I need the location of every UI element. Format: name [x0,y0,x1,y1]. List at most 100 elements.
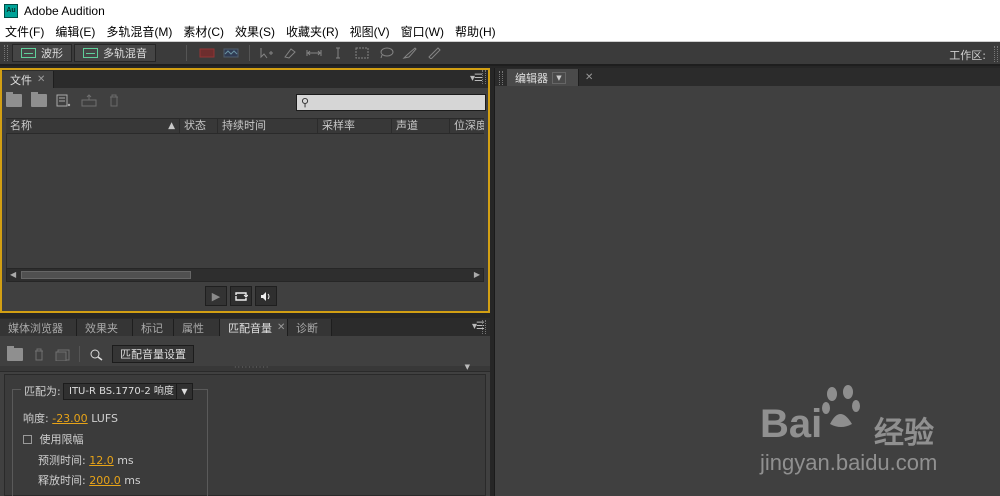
menu-view[interactable]: 视图(V) [345,23,396,40]
column-name[interactable]: 名称 ▲ [6,119,180,133]
tab-editor[interactable]: 编辑器 ▼ [507,69,579,86]
waveform-view-button[interactable]: 波形 [12,44,72,62]
panel-menu-icon[interactable]: ▾☰ [470,73,483,84]
clear-all-icon[interactable] [55,348,71,361]
watermark-url: jingyan.baidu.com [760,450,938,475]
search-icon: ⚲ [301,96,310,109]
panel-grip-icon[interactable] [482,320,486,334]
waveform-view-label: 波形 [41,47,63,60]
slip-tool-icon[interactable] [306,47,322,59]
autoplay-button[interactable] [255,286,277,306]
multitrack-view-button[interactable]: 多轨混音 [74,44,156,62]
tab-match-volume[interactable]: 匹配音量 ✕ [220,319,288,336]
menu-window[interactable]: 窗口(W) [396,23,450,40]
tab-markers[interactable]: 标记 [133,319,174,336]
spot-healing-tool-icon[interactable] [426,47,442,59]
chevron-down-icon[interactable]: ▼ [176,384,192,399]
limiter-label: 使用限幅 [39,433,84,446]
tab-properties[interactable]: 属性 [174,319,220,336]
loop-icon [235,291,248,301]
match-to-select[interactable]: ITU-R BS.1770-2 响度 ▼ [63,383,193,400]
editor-tabstrip: 编辑器 ▼ ✕ [495,68,1000,86]
scrollbar-thumb[interactable] [21,271,191,279]
menu-edit[interactable]: 编辑(E) [50,23,101,40]
time-selection-tool-icon[interactable] [330,47,346,59]
close-icon[interactable]: ✕ [585,72,593,83]
scroll-left-icon[interactable]: ◀ [10,270,16,279]
multitrack-view-label: 多轨混音 [103,47,147,60]
files-tabstrip: 文件 ✕ ▾☰ [2,70,488,88]
release-row: 释放时间: 200.0 ms [38,472,141,488]
search-input[interactable]: ⚲ [296,94,486,111]
close-icon[interactable]: ✕ [277,322,285,333]
lookahead-value[interactable]: 12.0 [89,454,114,467]
loudness-label: 响度: [23,412,49,425]
menu-file[interactable]: 文件(F) [0,23,50,40]
toolbar-grip-icon[interactable] [4,45,8,61]
collapse-arrow-icon[interactable]: ▼ [465,363,470,371]
toolbar-divider [249,45,250,61]
tab-editor-label: 编辑器 [515,71,548,85]
menu-effects[interactable]: 效果(S) [230,23,281,40]
brush-tool-icon[interactable] [402,47,418,59]
menu-multitrack[interactable]: 多轨混音(M) [101,23,178,40]
menu-help[interactable]: 帮助(H) [450,23,502,40]
new-file-icon[interactable] [56,94,72,107]
tab-diagnostics[interactable]: 诊断 [288,319,332,336]
import-file-icon[interactable] [31,92,47,107]
file-list[interactable] [6,134,484,268]
files-panel: 文件 ✕ ▾☰ ⚲ 名称 ▲ 状态 持续时间 采样率 声道 位深度 ◀ ▶ ▶ [0,68,490,313]
delete-icon[interactable] [31,348,47,361]
close-icon[interactable]: ✕ [37,74,45,85]
scroll-right-icon[interactable]: ▶ [474,270,480,279]
spectral-frequency-icon[interactable] [199,47,215,59]
files-column-header: 名称 ▲ 状态 持续时间 采样率 声道 位深度 [6,118,484,134]
loudness-value[interactable]: -23.00 [52,412,87,425]
chevron-down-icon[interactable]: ▼ [552,71,566,84]
window-title: Adobe Audition [24,4,105,18]
match-to-group: 匹配为: ITU-R BS.1770-2 响度 ▼ 响度: -23.00 LUF… [12,383,208,496]
lasso-tool-icon[interactable] [378,47,394,59]
limiter-checkbox[interactable] [23,435,32,444]
limiter-row: 使用限幅 [23,431,84,447]
column-status[interactable]: 状态 [180,119,218,133]
release-label: 释放时间: [38,474,86,487]
column-bit-depth[interactable]: 位深度 [450,119,484,133]
move-tool-icon[interactable] [258,47,274,59]
panel-grip-icon[interactable] [499,71,503,85]
release-value[interactable]: 200.0 [89,474,121,487]
tab-effects-rack[interactable]: 效果夹 [77,319,133,336]
loop-button[interactable] [230,286,252,306]
tab-media-browser[interactable]: 媒体浏览器 [0,319,77,336]
insert-into-multitrack-icon[interactable] [81,94,97,107]
tab-files[interactable]: 文件 ✕ [2,71,55,88]
column-duration[interactable]: 持续时间 [218,119,318,133]
column-sample-rate[interactable]: 采样率 [318,119,392,133]
divider-grip-icon[interactable]: ·········· [234,363,269,372]
open-file-icon[interactable] [7,345,23,361]
audition-logo-icon: Au [4,4,18,18]
razor-tool-icon[interactable] [282,47,298,59]
menu-clip[interactable]: 素材(C) [178,23,230,40]
lookahead-label: 预测时间: [38,454,86,467]
sort-ascending-icon: ▲ [168,121,175,131]
menu-favorites[interactable]: 收藏夹(R) [281,23,345,40]
workspace-grip-icon[interactable] [994,46,998,62]
spectral-pitch-icon[interactable] [223,47,239,59]
marquee-tool-icon[interactable] [354,47,370,59]
scan-icon[interactable] [88,348,104,361]
panel-grip-icon[interactable] [482,70,486,84]
lookahead-unit: ms [117,454,134,467]
loudness-row: 响度: -23.00 LUFS [23,410,118,426]
settings-divider[interactable]: ·········· ▼ [0,363,490,372]
column-channels[interactable]: 声道 [392,119,450,133]
match-volume-settings-button[interactable]: 匹配音量设置 [112,345,194,363]
match-volume-toolbar: 匹配音量设置 [7,345,194,363]
speaker-icon [261,291,270,301]
play-button[interactable]: ▶ [205,286,227,306]
multitrack-icon [83,48,98,58]
delete-icon[interactable] [106,94,122,107]
horizontal-scrollbar[interactable]: ◀ ▶ [6,268,484,282]
open-file-icon[interactable] [6,92,22,107]
title-bar: Au Adobe Audition [0,0,1000,22]
